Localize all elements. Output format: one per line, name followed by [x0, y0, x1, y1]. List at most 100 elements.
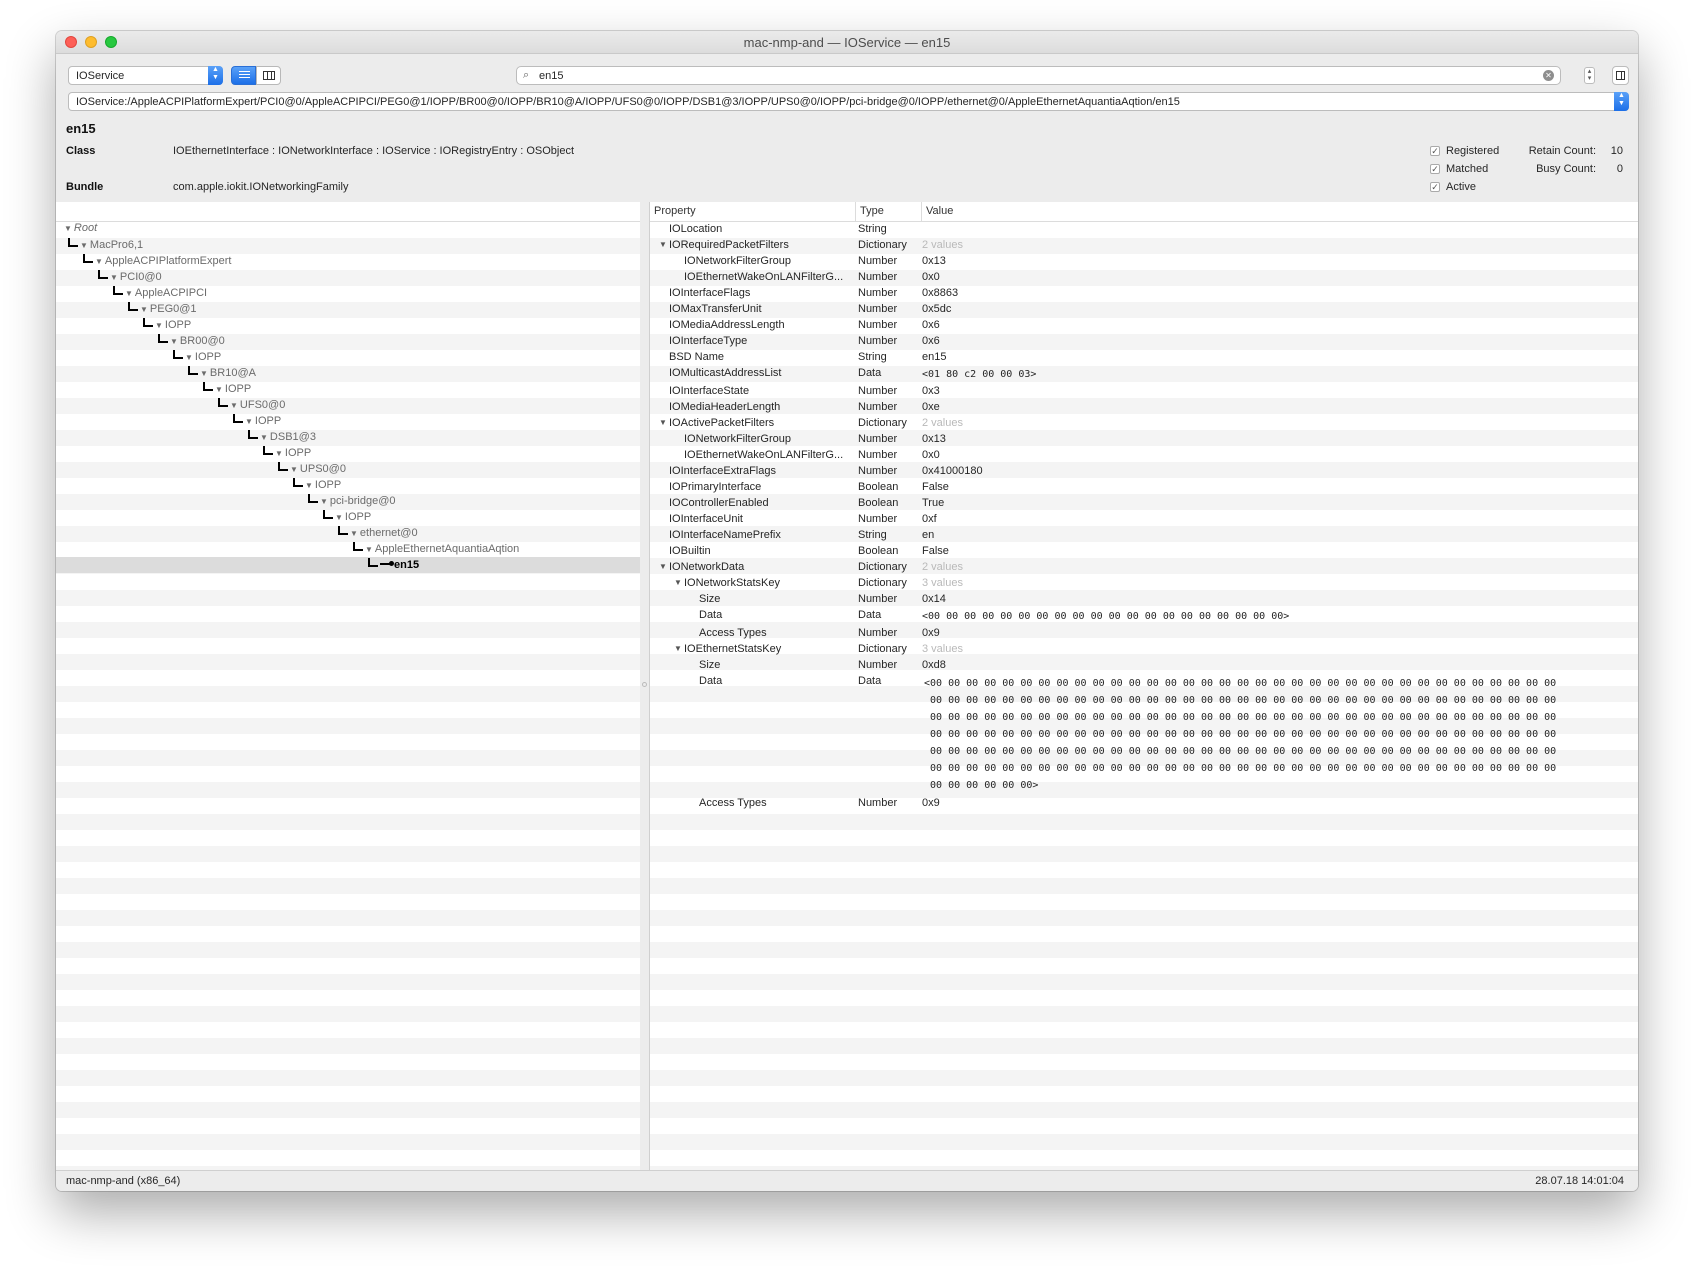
disclosure-triangle-icon[interactable]: ▼ — [64, 224, 72, 233]
disclosure-triangle-icon[interactable]: ▼ — [110, 273, 118, 282]
tree-row[interactable]: ▼ UFS0@0 — [56, 397, 640, 413]
tree-row[interactable]: ▼ PCI0@0 — [56, 269, 640, 285]
property-row[interactable]: IOLocation String — [650, 222, 1638, 238]
tree-row[interactable]: ▼ DSB1@3 — [56, 429, 640, 445]
property-row[interactable]: IOPrimaryInterface Boolean False — [650, 480, 1638, 496]
disclosure-triangle-icon[interactable]: ▼ — [365, 545, 373, 554]
property-row[interactable]: IOInterfaceUnit Number 0xf — [650, 512, 1638, 528]
property-row[interactable]: IOMediaAddressLength Number 0x6 — [650, 318, 1638, 334]
plane-select[interactable]: IOService ▲ ▼ — [68, 66, 223, 85]
disclosure-triangle-icon[interactable]: ▼ — [290, 465, 298, 474]
disclosure-triangle-icon[interactable]: ▼ — [659, 418, 667, 427]
tree-node: ▼ AppleEthernetAquantiaAqtion — [353, 542, 519, 555]
column-header-type[interactable]: Type — [856, 202, 922, 221]
property-row[interactable]: ▼ IONetworkData Dictionary 2 values — [650, 560, 1638, 576]
tree-row[interactable]: ▼ MacPro6,1 — [56, 237, 640, 253]
search-input[interactable] — [539, 68, 1519, 83]
property-row[interactable]: ▼ IONetworkStatsKey Dictionary 3 values — [650, 576, 1638, 592]
disclosure-triangle-icon[interactable]: ▼ — [305, 481, 313, 490]
property-row[interactable]: IOEthernetWakeOnLANFilterG... Number 0x0 — [650, 270, 1638, 286]
property-type: Number — [858, 449, 898, 461]
split-divider[interactable] — [640, 202, 649, 1171]
tree-row[interactable]: ▼ IOPP — [56, 445, 640, 461]
tree-row[interactable]: ▼ AppleACPIPlatformExpert — [56, 253, 640, 269]
disclosure-triangle-icon[interactable]: ▼ — [170, 337, 178, 346]
tree-node: ▼ AppleACPIPlatformExpert — [83, 254, 231, 267]
property-value: 0x6 — [922, 319, 940, 331]
tree-row[interactable]: ▼ IOPP — [56, 381, 640, 397]
disclosure-triangle-icon[interactable]: ▼ — [674, 578, 682, 587]
column-view-button[interactable] — [256, 66, 281, 85]
property-row[interactable]: ▼ IOActivePacketFilters Dictionary 2 values — [650, 416, 1638, 432]
property-row[interactable]: Size Number 0x14 — [650, 592, 1638, 608]
property-row[interactable]: Access Types Number 0x9 — [650, 626, 1638, 642]
disclosure-triangle-icon[interactable]: ▼ — [125, 289, 133, 298]
property-row[interactable]: IOInterfaceState Number 0x3 — [650, 384, 1638, 400]
tree-row[interactable]: ▼ Root — [56, 221, 640, 237]
property-row[interactable]: Data Data <00 00 00 00 00 00 00 00 00 00 0… — [650, 608, 1638, 626]
property-row[interactable]: IOEthernetWakeOnLANFilterG... Number 0x0 — [650, 448, 1638, 464]
property-row[interactable]: IOMediaHeaderLength Number 0xe — [650, 400, 1638, 416]
property-row[interactable]: IOInterfaceNamePrefix String en — [650, 528, 1638, 544]
property-table[interactable]: Property Type Value IOLocation String ▼ IOR… — [649, 202, 1638, 1171]
disclosure-triangle-icon[interactable]: ▼ — [260, 433, 268, 442]
list-view-button[interactable] — [231, 66, 256, 85]
tree-row[interactable]: ▼ pci-bridge@0 — [56, 493, 640, 509]
tree-row[interactable]: en15 — [56, 557, 640, 573]
disclosure-triangle-icon[interactable]: ▼ — [155, 321, 163, 330]
tree-row[interactable]: ▼ BR10@A — [56, 365, 640, 381]
property-row[interactable]: Data Data <00 00 00 00 00 00 00 00 00 00 0… — [650, 674, 1638, 796]
property-row[interactable]: IOInterfaceFlags Number 0x8863 — [650, 286, 1638, 302]
tree-row[interactable]: ▼ ethernet@0 — [56, 525, 640, 541]
disclosure-triangle-icon[interactable]: ▼ — [320, 497, 328, 506]
disclosure-triangle-icon[interactable]: ▼ — [230, 401, 238, 410]
property-row[interactable]: IOInterfaceExtraFlags Number 0x41000180 — [650, 464, 1638, 480]
tree-row[interactable]: ▼ IOPP — [56, 349, 640, 365]
tree-row[interactable]: ▼ IOPP — [56, 477, 640, 493]
registry-tree[interactable]: ▼ Root ▼ MacPro6,1 ▼ AppleACPIPlatformExpert ▼… — [56, 202, 641, 1171]
property-row[interactable]: Size Number 0xd8 — [650, 658, 1638, 674]
property-row[interactable]: IOBuiltin Boolean False — [650, 544, 1638, 560]
disclosure-triangle-icon[interactable]: ▼ — [200, 369, 208, 378]
tree-row[interactable]: ▼ BR00@0 — [56, 333, 640, 349]
tree-row[interactable]: ▼ AppleEthernetAquantiaAqtion — [56, 541, 640, 557]
search-stepper[interactable]: ▴ ▾ — [1584, 67, 1595, 84]
property-row[interactable]: IONetworkFilterGroup Number 0x13 — [650, 432, 1638, 448]
disclosure-triangle-icon[interactable]: ▼ — [350, 529, 358, 538]
property-row[interactable]: IOMaxTransferUnit Number 0x5dc — [650, 302, 1638, 318]
search-field[interactable]: ⌕ ✕ — [516, 66, 1561, 85]
disclosure-triangle-icon[interactable]: ▼ — [95, 257, 103, 266]
disclosure-triangle-icon[interactable]: ▼ — [215, 385, 223, 394]
path-field[interactable]: IOService:/AppleACPIPlatformExpert/PCI0@… — [68, 92, 1629, 111]
disclosure-triangle-icon[interactable]: ▼ — [80, 241, 88, 250]
disclosure-triangle-icon[interactable]: ▼ — [185, 353, 193, 362]
property-row[interactable]: IOMulticastAddressList Data <01 80 c2 00 0… — [650, 366, 1638, 384]
disclosure-triangle-icon[interactable]: ▼ — [674, 644, 682, 653]
property-row[interactable]: ▼ IORequiredPacketFilters Dictionary 2 valu… — [650, 238, 1638, 254]
property-type: Number — [858, 255, 898, 267]
disclosure-triangle-icon[interactable]: ▼ — [335, 513, 343, 522]
tree-row[interactable]: ▼ IOPP — [56, 413, 640, 429]
property-row[interactable]: IOInterfaceType Number 0x6 — [650, 334, 1638, 350]
disclosure-triangle-icon[interactable]: ▼ — [275, 449, 283, 458]
property-row[interactable]: ▼ IOEthernetStatsKey Dictionary 3 values — [650, 642, 1638, 658]
tree-node: ▼ UFS0@0 — [218, 398, 285, 411]
tree-row[interactable]: ▼ IOPP — [56, 509, 640, 525]
disclosure-triangle-icon[interactable]: ▼ — [245, 417, 253, 426]
tree-row[interactable]: ▼ AppleACPIPCI — [56, 285, 640, 301]
tree-row[interactable]: ▼ PEG0@1 — [56, 301, 640, 317]
inspector-button[interactable] — [1612, 66, 1629, 85]
property-row[interactable]: BSD Name String en15 — [650, 350, 1638, 366]
column-header-property[interactable]: Property — [650, 202, 856, 221]
tree-row[interactable]: ▼ UPS0@0 — [56, 461, 640, 477]
property-row[interactable]: Access Types Number 0x9 — [650, 796, 1638, 812]
disclosure-triangle-icon[interactable]: ▼ — [659, 240, 667, 249]
disclosure-triangle-icon[interactable]: ▼ — [659, 562, 667, 571]
tree-row[interactable]: ▼ IOPP — [56, 317, 640, 333]
tree-connector-icon — [218, 398, 228, 407]
clear-search-icon[interactable]: ✕ — [1543, 70, 1554, 81]
column-header-value[interactable]: Value — [922, 202, 1638, 221]
property-row[interactable]: IONetworkFilterGroup Number 0x13 — [650, 254, 1638, 270]
disclosure-triangle-icon[interactable]: ▼ — [140, 305, 148, 314]
property-row[interactable]: IOControllerEnabled Boolean True — [650, 496, 1638, 512]
